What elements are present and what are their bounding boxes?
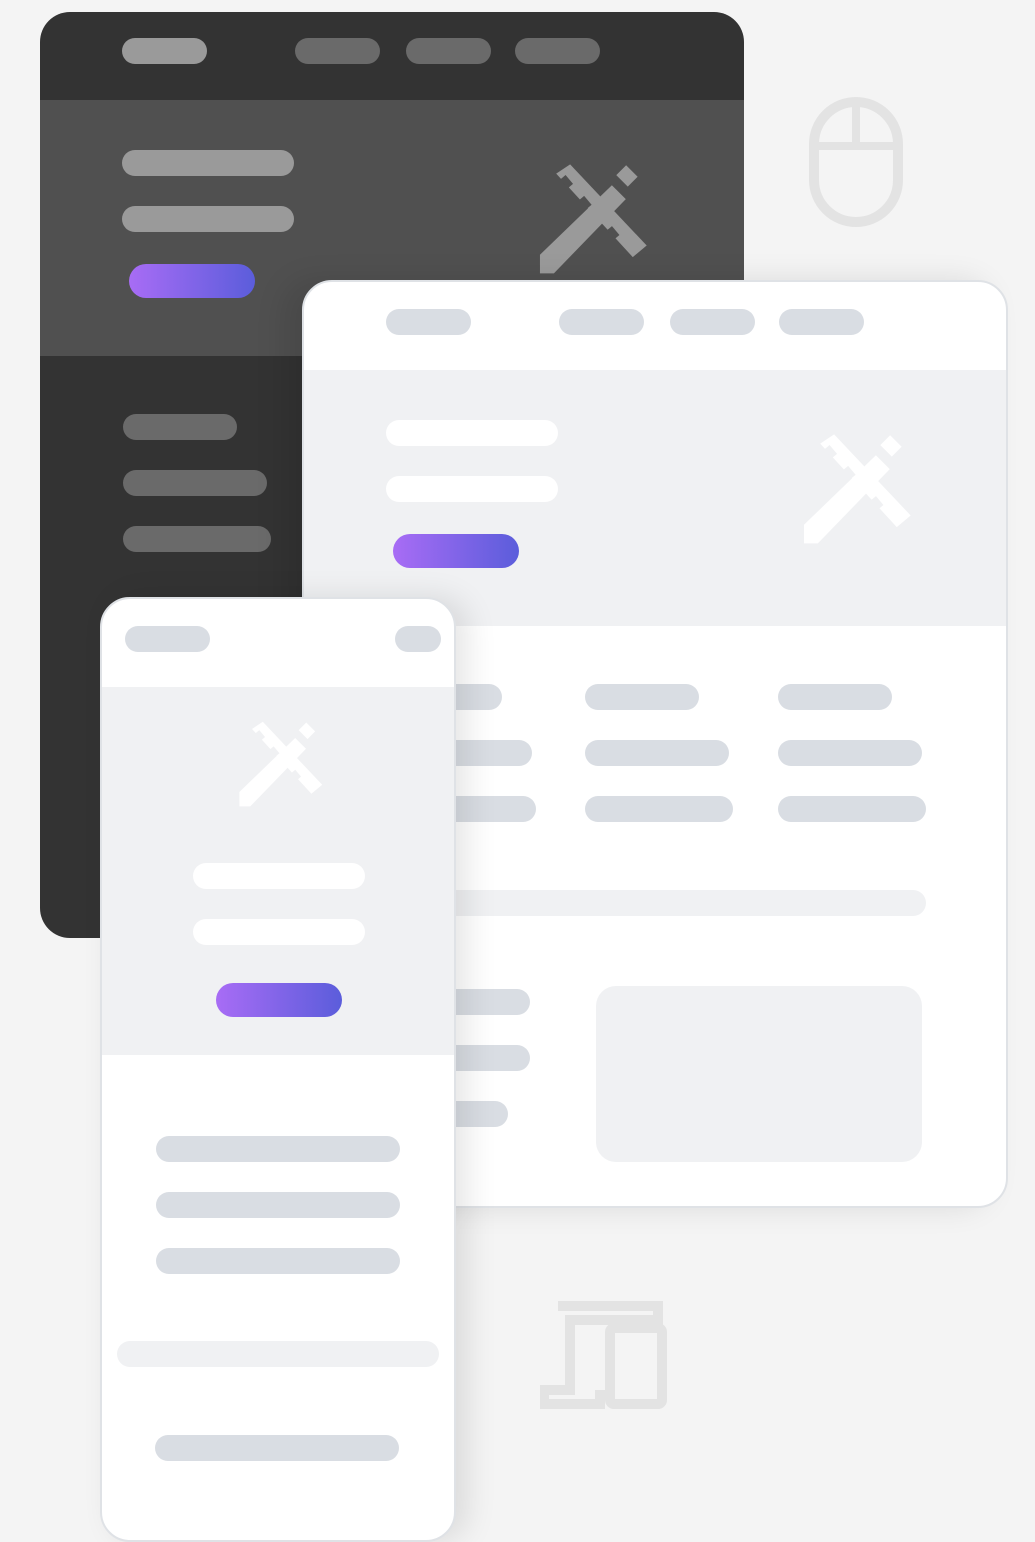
phone-body-line <box>156 1248 400 1274</box>
dark-hero-text-line <box>122 206 294 232</box>
light-feature-line <box>778 796 926 822</box>
light-nav-item <box>670 309 755 335</box>
dark-body-line <box>123 414 237 440</box>
light-nav-item <box>779 309 864 335</box>
phone-divider-bar <box>117 1341 439 1367</box>
phone-logo-placeholder <box>125 626 210 652</box>
pencil-ruler-icon <box>239 721 323 807</box>
light-divider-bar <box>424 890 926 916</box>
phone-mockup <box>100 597 456 1542</box>
dark-body-line <box>123 470 267 496</box>
responsive-devices-icon <box>540 1301 667 1409</box>
light-image-placeholder <box>596 986 922 1162</box>
dark-logo-placeholder <box>122 38 207 64</box>
light-feature-line <box>778 684 892 710</box>
light-hero-text-line <box>386 476 558 502</box>
light-feature-line <box>585 684 699 710</box>
dark-body-line <box>123 526 271 552</box>
phone-hero-section <box>102 687 454 1055</box>
dark-nav-item <box>515 38 600 64</box>
light-hero-section <box>304 370 1006 626</box>
light-logo-placeholder <box>386 309 471 335</box>
light-feature-line <box>585 740 729 766</box>
dark-hero-text-line <box>122 150 294 176</box>
dark-nav-item <box>295 38 380 64</box>
phone-body-line <box>156 1136 400 1162</box>
light-feature-line <box>585 796 733 822</box>
dark-nav-item <box>406 38 491 64</box>
phone-body-line <box>155 1435 399 1461</box>
phone-menu-button <box>395 626 441 652</box>
pencil-ruler-icon <box>539 164 647 274</box>
phone-hero-text-line <box>193 919 365 945</box>
light-hero-cta-button <box>393 534 519 568</box>
phone-body-line <box>156 1192 400 1218</box>
dark-hero-cta-button <box>129 264 255 298</box>
phone-hero-text-line <box>193 863 365 889</box>
light-nav-item <box>559 309 644 335</box>
light-hero-text-line <box>386 420 558 446</box>
mouse-icon <box>809 97 903 227</box>
phone-hero-cta-button <box>216 983 342 1017</box>
pencil-ruler-icon <box>803 434 911 544</box>
light-feature-line <box>778 740 922 766</box>
